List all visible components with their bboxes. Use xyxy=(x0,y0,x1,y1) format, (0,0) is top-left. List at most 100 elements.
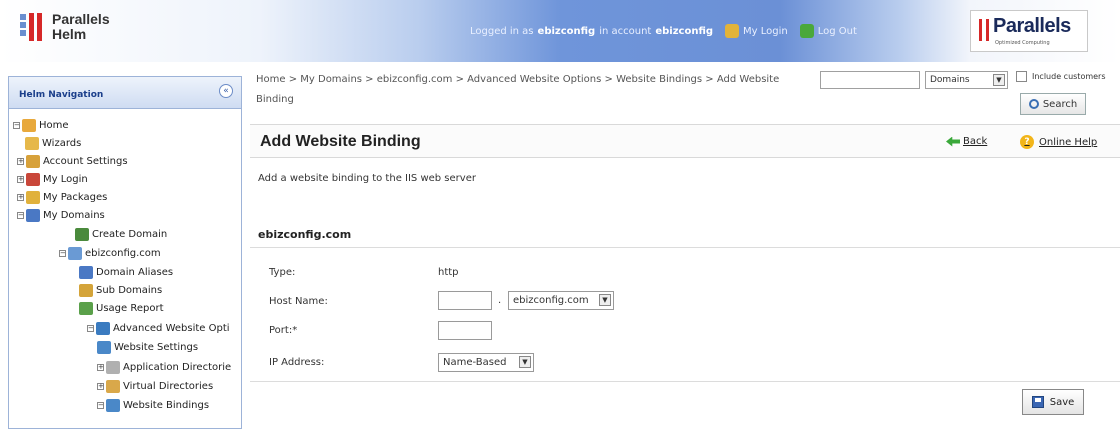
nav-item-label: My Domains xyxy=(43,209,105,221)
nav-item[interactable]: + My Login xyxy=(17,171,88,187)
nav-item[interactable]: Usage Report xyxy=(79,300,164,316)
nav-item-label: Website Bindings xyxy=(123,399,210,411)
nav-item[interactable]: + Account Settings xyxy=(17,153,128,169)
expand-icon[interactable]: + xyxy=(97,382,104,390)
nav-item-label: Virtual Directories xyxy=(123,380,214,392)
package-icon xyxy=(26,190,40,204)
nav-item[interactable]: − Website Bindings xyxy=(97,397,209,413)
nav-item[interactable]: Create Domain xyxy=(75,226,167,242)
nav-item-label: My Packages xyxy=(43,191,108,203)
nav-item[interactable]: − Home xyxy=(13,117,69,133)
nav-item-label: Domain Aliases xyxy=(96,266,174,278)
logged-in-user: ebizconfig xyxy=(537,25,596,37)
chevron-down-icon: ▼ xyxy=(519,356,531,368)
expand-icon[interactable]: + xyxy=(97,363,104,371)
nav-item-label: Wizards xyxy=(42,137,82,149)
chevron-down-icon: ▼ xyxy=(993,74,1005,86)
search-input[interactable] xyxy=(820,71,920,89)
ip-address-value: Name-Based xyxy=(443,357,507,368)
nav-item-label: Application Directorie xyxy=(123,361,232,373)
helm-logo-icon xyxy=(20,12,44,42)
alias-icon xyxy=(79,265,93,279)
search-button-label: Search xyxy=(1042,98,1078,110)
nav-item[interactable]: − My Domains xyxy=(17,207,105,223)
save-button[interactable]: Save xyxy=(1022,389,1084,415)
nav-item-label: Account Settings xyxy=(43,155,128,167)
brand-word: Parallels xyxy=(993,15,1071,37)
login-status: Logged in as ebizconfig in account ebizc… xyxy=(470,24,857,38)
nav-item-label: Create Domain xyxy=(92,228,168,240)
section-header: ebizconfig.com xyxy=(250,228,1120,248)
collapse-node-icon[interactable]: − xyxy=(17,211,24,219)
back-arrow-icon xyxy=(946,136,960,147)
log-out-icon xyxy=(799,24,814,38)
collapse-icon[interactable]: « xyxy=(219,84,233,98)
brand-subtitle: Optimized Computing xyxy=(995,40,1050,46)
page-title: Add Website Binding xyxy=(260,133,421,150)
online-help-label: Online Help xyxy=(1039,136,1098,148)
domains-icon xyxy=(26,208,40,222)
app-dir-icon xyxy=(106,360,120,374)
page-title-bar: Add Website Binding Back ? Online Help xyxy=(250,124,1120,158)
collapse-node-icon[interactable]: − xyxy=(59,249,66,257)
collapse-node-icon[interactable]: − xyxy=(13,121,20,129)
domain-icon xyxy=(68,246,82,260)
account-name: ebizconfig xyxy=(655,25,714,37)
nav-item[interactable]: + Virtual Directories xyxy=(97,378,213,394)
virtual-dir-icon xyxy=(106,379,120,393)
log-out-link[interactable]: Log Out xyxy=(818,26,857,37)
host-name-input[interactable] xyxy=(438,291,492,310)
collapse-node-icon[interactable]: − xyxy=(87,324,94,332)
subdomain-icon xyxy=(79,283,93,297)
back-link[interactable]: Back xyxy=(946,136,987,147)
nav-item-label: Usage Report xyxy=(96,302,164,314)
expand-icon[interactable]: + xyxy=(17,175,24,183)
include-customers-checkbox[interactable] xyxy=(1016,71,1027,82)
nav-item[interactable]: − ebizconfig.com xyxy=(59,245,161,261)
back-label: Back xyxy=(963,136,988,147)
nav-item-label: My Login xyxy=(43,173,88,185)
search-scope-select[interactable]: Domains ▼ xyxy=(925,71,1008,89)
type-value: http xyxy=(438,267,459,278)
save-disk-icon xyxy=(1031,396,1044,408)
host-separator: . xyxy=(498,295,502,306)
my-login-link[interactable]: My Login xyxy=(743,26,788,37)
search-button[interactable]: Search xyxy=(1020,93,1086,115)
chevron-down-icon: ▼ xyxy=(599,294,611,306)
logo-line-1: Parallels xyxy=(52,11,110,27)
nav-item-label: ebizconfig.com xyxy=(85,247,161,259)
expand-icon[interactable]: + xyxy=(17,193,24,201)
nav-item[interactable]: Website Settings xyxy=(97,339,198,355)
form-footer-divider xyxy=(250,381,1120,382)
collapse-node-icon[interactable]: − xyxy=(97,401,104,409)
search-scope-value: Domains xyxy=(930,75,970,85)
nav-item[interactable]: + Application Directorie xyxy=(97,359,231,375)
nav-item[interactable]: Domain Aliases xyxy=(79,264,173,280)
helm-navigation-panel: Helm Navigation « − Home Wizards + Account S… xyxy=(8,76,242,429)
nav-item-label: Home xyxy=(39,119,69,131)
user-icon xyxy=(26,172,40,186)
nav-item-label: Advanced Website Opti xyxy=(113,322,230,334)
home-icon xyxy=(22,118,36,132)
helm-logo[interactable]: Parallels Helm xyxy=(20,12,110,42)
bindings-icon xyxy=(106,398,120,412)
logged-in-prefix: Logged in as xyxy=(470,25,534,37)
type-label: Type: xyxy=(269,267,296,278)
nav-item[interactable]: − Advanced Website Opti xyxy=(87,320,230,336)
parallels-bars-icon xyxy=(979,19,989,41)
domain-select[interactable]: ebizconfig.com ▼ xyxy=(508,291,614,310)
nav-title: Helm Navigation xyxy=(19,90,104,100)
parallels-brand-logo[interactable]: Parallels Optimized Computing xyxy=(970,10,1088,52)
breadcrumb[interactable]: Home > My Domains > ebizconfig.com > Adv… xyxy=(256,70,816,110)
expand-icon[interactable]: + xyxy=(17,157,24,165)
help-icon: ? xyxy=(1020,135,1034,149)
ip-address-select[interactable]: Name-Based ▼ xyxy=(438,353,534,372)
report-icon xyxy=(79,301,93,315)
ip-address-label: IP Address: xyxy=(269,357,325,368)
include-customers-label: Include customers xyxy=(1032,72,1106,81)
nav-item[interactable]: Sub Domains xyxy=(79,282,162,298)
online-help-link[interactable]: ? Online Help xyxy=(1020,135,1097,149)
nav-item[interactable]: Wizards xyxy=(25,135,81,151)
nav-item[interactable]: + My Packages xyxy=(17,189,107,205)
port-input[interactable] xyxy=(438,321,492,340)
